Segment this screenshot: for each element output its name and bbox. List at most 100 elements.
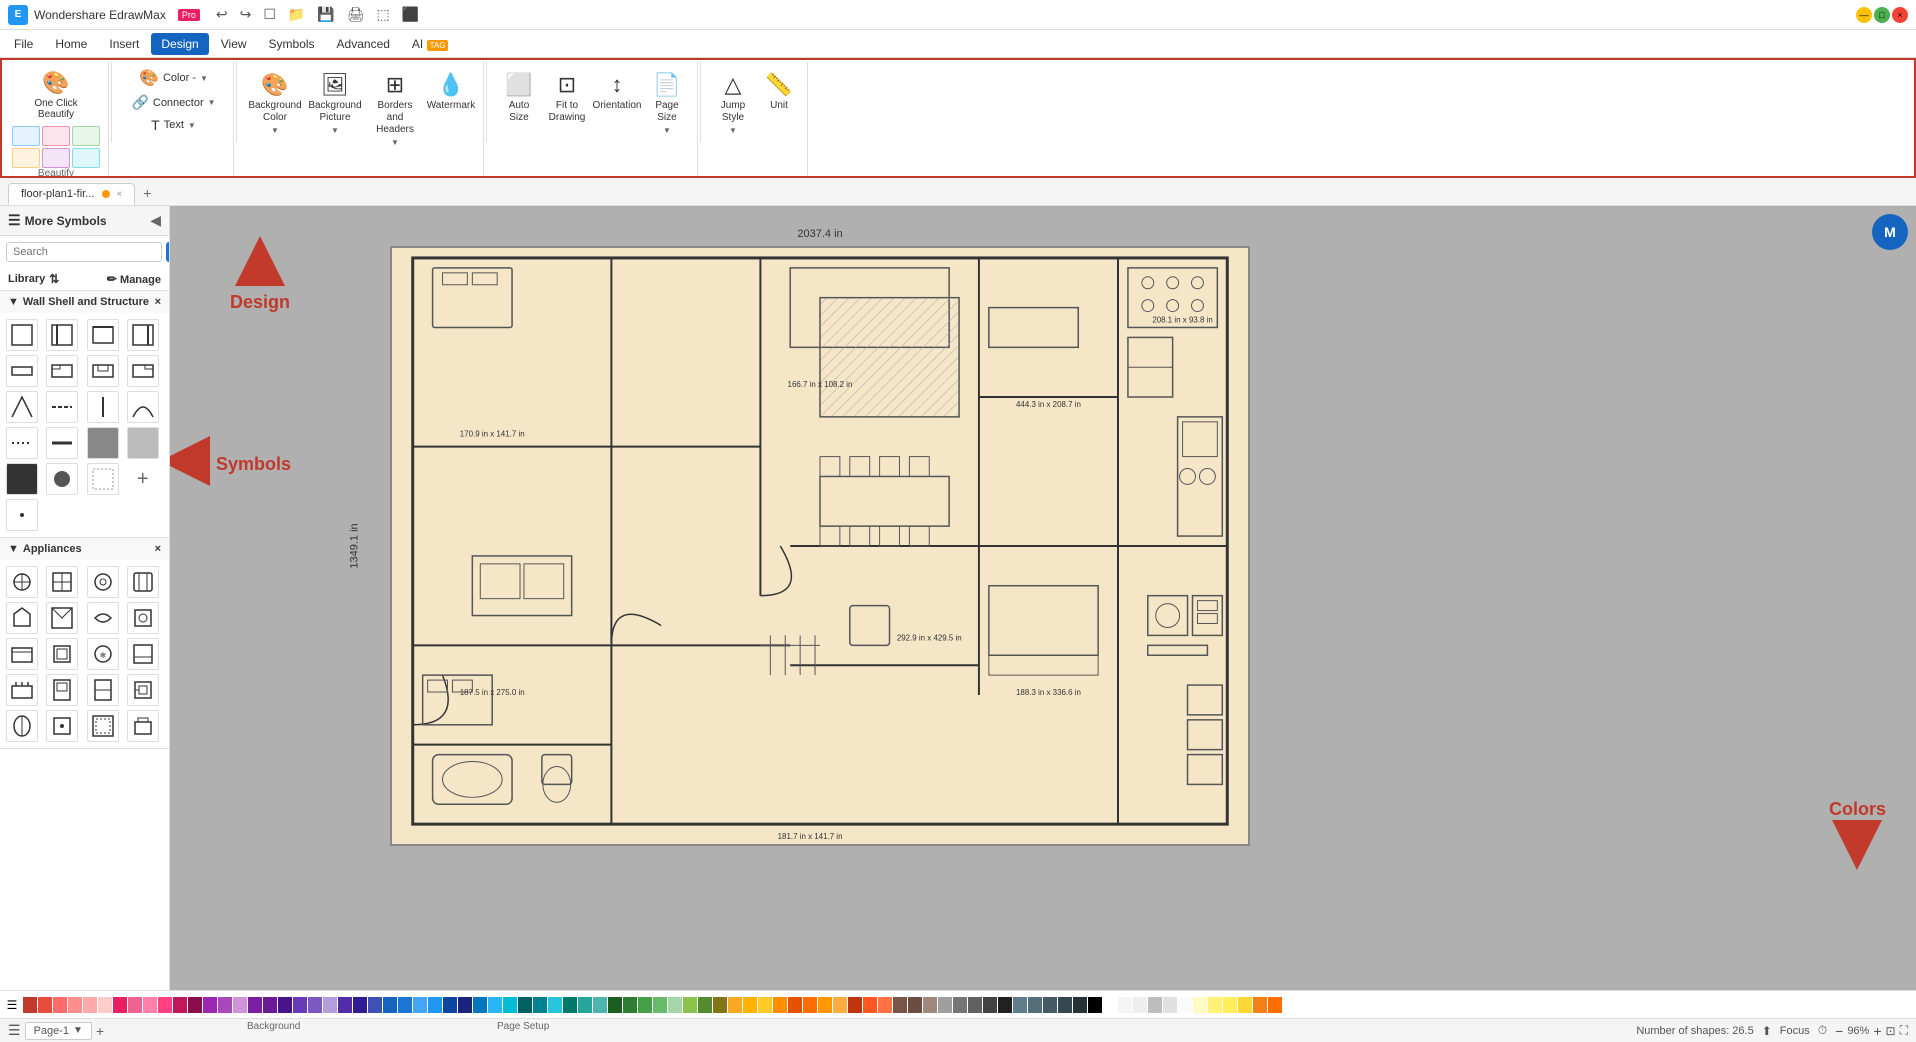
color-swatch[interactable] (203, 997, 217, 1013)
appliance-12[interactable] (127, 638, 159, 670)
color-swatch[interactable] (68, 997, 82, 1013)
clock-icon[interactable]: ⏱ (1818, 1023, 1827, 1038)
add-symbol-btn[interactable]: + (127, 463, 159, 495)
color-swatch[interactable] (983, 997, 997, 1013)
color-swatch[interactable] (173, 997, 187, 1013)
color-swatch[interactable] (1193, 997, 1207, 1013)
appliance-3[interactable] (87, 566, 119, 598)
color-swatch[interactable] (593, 997, 607, 1013)
appliance-16[interactable] (127, 674, 159, 706)
symbol-wall-12[interactable] (127, 391, 159, 423)
pages-icon[interactable]: ☰ (8, 1022, 21, 1039)
page-tab-arrow[interactable]: ▼ (73, 1025, 83, 1036)
beautify-style-5[interactable] (42, 148, 70, 168)
fit-screen-btn[interactable]: ⊡ (1886, 1024, 1896, 1038)
color-swatch[interactable] (353, 997, 367, 1013)
color-swatch[interactable] (533, 997, 547, 1013)
color-swatch[interactable] (83, 997, 97, 1013)
menu-design[interactable]: Design (151, 33, 208, 55)
symbol-wall-7[interactable] (87, 355, 119, 387)
color-swatch[interactable] (623, 997, 637, 1013)
color-swatch[interactable] (398, 997, 412, 1013)
color-swatch[interactable] (893, 997, 907, 1013)
color-swatch[interactable] (503, 997, 517, 1013)
appliance-20[interactable] (127, 710, 159, 742)
symbol-circle[interactable] (46, 463, 78, 495)
color-swatch[interactable] (323, 997, 337, 1013)
new-btn[interactable]: ☐ (259, 4, 280, 25)
connector-btn[interactable]: 🔗 Connector ▼ (127, 92, 219, 113)
color-swatch[interactable] (218, 997, 232, 1013)
color-swatch[interactable] (233, 997, 247, 1013)
color-swatch[interactable] (1268, 997, 1282, 1013)
symbol-fill-3[interactable] (6, 463, 38, 495)
symbol-fill-1[interactable] (87, 427, 119, 459)
undo-btn[interactable]: ↩ (212, 4, 232, 25)
library-sort-icon[interactable]: ⇅ (49, 272, 59, 286)
symbol-wall-1[interactable] (6, 319, 38, 351)
color-swatch[interactable] (683, 997, 697, 1013)
beautify-style-4[interactable] (12, 148, 40, 168)
color-swatch[interactable] (833, 997, 847, 1013)
save-btn[interactable]: 💾 (313, 4, 338, 25)
print-btn[interactable]: 🖨 (343, 4, 369, 25)
symbol-wall-6[interactable] (46, 355, 78, 387)
color-swatch[interactable] (188, 997, 202, 1013)
appliances-close[interactable]: × (155, 543, 161, 555)
color-swatch[interactable] (308, 997, 322, 1013)
background-color-btn[interactable]: 🎨 BackgroundColor ▼ (247, 68, 303, 139)
color-swatch[interactable] (1133, 997, 1147, 1013)
fullscreen-btn[interactable]: ⛶ (1900, 1023, 1908, 1038)
symbol-wall-5[interactable] (6, 355, 38, 387)
symbol-pattern[interactable] (87, 463, 119, 495)
appliance-7[interactable] (87, 602, 119, 634)
appliance-13[interactable] (6, 674, 38, 706)
tab-close-btn[interactable]: × (116, 189, 122, 200)
appliance-1[interactable] (6, 566, 38, 598)
appliance-9[interactable] (6, 638, 38, 670)
color-swatch[interactable] (1208, 997, 1222, 1013)
color-swatch[interactable] (548, 997, 562, 1013)
page-size-btn[interactable]: 📄 PageSize ▼ (645, 68, 689, 139)
color-swatch[interactable] (698, 997, 712, 1013)
appliance-10[interactable] (46, 638, 78, 670)
color-swatch[interactable] (368, 997, 382, 1013)
menu-advanced[interactable]: Advanced (327, 33, 400, 55)
symbol-wall-2[interactable] (46, 319, 78, 351)
color-swatch[interactable] (1238, 997, 1252, 1013)
color-swatch[interactable] (1253, 997, 1267, 1013)
color-swatch[interactable] (1163, 997, 1177, 1013)
color-swatch[interactable] (383, 997, 397, 1013)
color-swatch[interactable] (248, 997, 262, 1013)
color-swatch[interactable] (758, 997, 772, 1013)
color-swatch[interactable] (293, 997, 307, 1013)
color-swatch[interactable] (1088, 997, 1102, 1013)
color-swatch[interactable] (158, 997, 172, 1013)
add-tab-btn[interactable]: + (135, 181, 159, 205)
color-swatch[interactable] (53, 997, 67, 1013)
color-swatch[interactable] (1073, 997, 1087, 1013)
close-btn[interactable]: × (1892, 7, 1908, 23)
appliance-18[interactable] (46, 710, 78, 742)
symbol-wall-10[interactable] (46, 391, 78, 423)
maximize-btn[interactable]: □ (1874, 7, 1890, 23)
menu-home[interactable]: Home (45, 33, 97, 55)
redo-btn[interactable]: ↪ (236, 4, 256, 25)
color-swatch[interactable] (413, 997, 427, 1013)
appliance-14[interactable] (46, 674, 78, 706)
symbol-wall-14[interactable] (46, 427, 78, 459)
appliance-19[interactable] (87, 710, 119, 742)
unit-btn[interactable]: 📏 Unit (759, 68, 799, 116)
orientation-btn[interactable]: ↕ Orientation (593, 68, 641, 116)
color-swatch[interactable] (1043, 997, 1057, 1013)
color-swatch[interactable] (848, 997, 862, 1013)
beautify-style-3[interactable] (72, 126, 100, 146)
search-input[interactable] (6, 242, 162, 262)
export-btn[interactable]: ⬚ (373, 4, 394, 25)
color-swatch[interactable] (38, 997, 52, 1013)
beautify-style-6[interactable] (72, 148, 100, 168)
color-swatch[interactable] (428, 997, 442, 1013)
color-swatch[interactable] (128, 997, 142, 1013)
symbol-wall-11[interactable] (87, 391, 119, 423)
menu-view[interactable]: View (211, 33, 257, 55)
